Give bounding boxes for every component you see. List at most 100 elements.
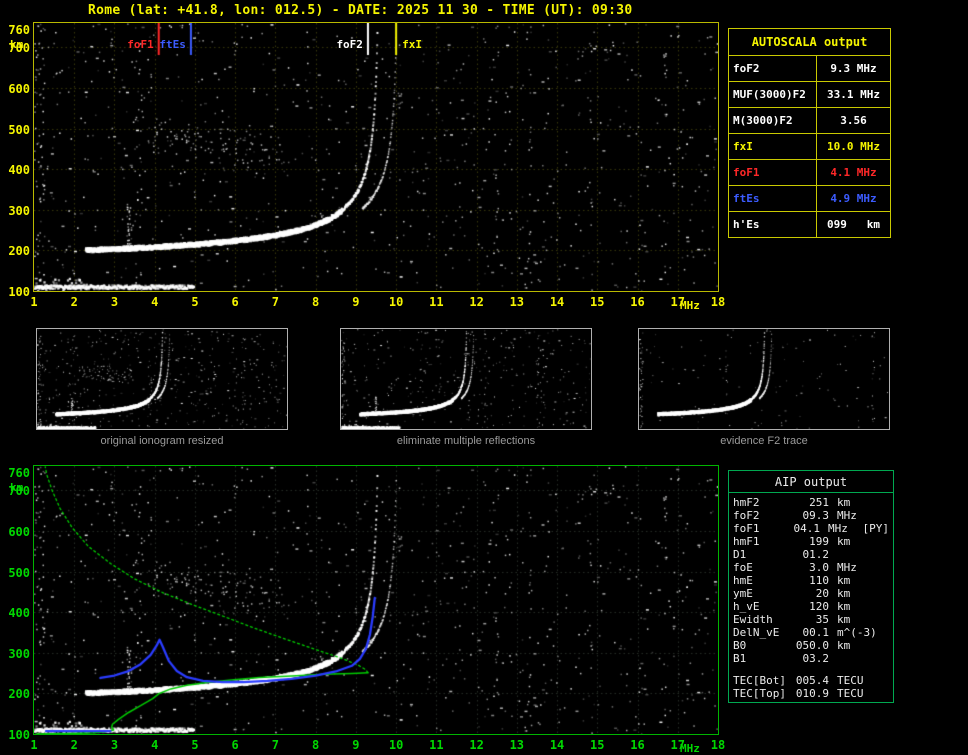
ionogram-x-tick-label: 18 bbox=[710, 295, 726, 309]
autoscala-row-MUF(3000)F2: MUF(3000)F2 33.1 MHz bbox=[729, 81, 890, 107]
ionogram-x-tick-label: 16 bbox=[630, 295, 645, 309]
marker-foF1: foF1 bbox=[127, 38, 154, 51]
ionogram-x-tick-label: 15 bbox=[590, 295, 605, 309]
autoscala-row-label: ftEs bbox=[729, 186, 817, 211]
profile-plot bbox=[33, 465, 719, 735]
aip-row-foE: foE 3.0 MHz bbox=[729, 561, 893, 574]
aip-panel-title: AIP output bbox=[729, 471, 893, 493]
ionogram-y-tick-label: 200 bbox=[8, 244, 30, 259]
aip-val: 010.9 bbox=[795, 687, 829, 700]
aip-name: h_vE bbox=[733, 600, 760, 613]
ionogram-x-tick-label: 14 bbox=[549, 295, 565, 309]
aip-name: D1 bbox=[733, 548, 747, 561]
autoscala-row-value: 099 km bbox=[827, 218, 880, 231]
thumbnail-original-canvas bbox=[37, 329, 287, 429]
ionogram-x-tick-label: 3 bbox=[110, 295, 119, 309]
autoscala-rows: foF2 9.3 MHz MUF(3000)F2 33.1 MHz M(3000)F2 3… bbox=[729, 55, 890, 237]
station-date-title: Rome (lat: +41.8, lon: 012.5) - DATE: 20… bbox=[88, 3, 633, 18]
aip-val: 120 bbox=[809, 600, 829, 613]
aip-name: B1 bbox=[733, 652, 747, 665]
autoscala-row-value: 9.3 MHz bbox=[830, 62, 877, 75]
aip-unit: km bbox=[837, 600, 851, 613]
aip-val: 00.1 bbox=[802, 626, 830, 639]
ionogram-x-tick-label: 7 bbox=[271, 295, 280, 309]
ionogram-x-tick-label: 1 bbox=[30, 295, 38, 309]
aip-val: 35 bbox=[815, 613, 829, 626]
ionogram-x-tick-label: 12 bbox=[469, 295, 484, 309]
profile-x-tick-label: 14 bbox=[549, 738, 565, 752]
profile-x-tick-label: 4 bbox=[151, 738, 159, 752]
autoscala-row-value: 4.9 MHz bbox=[830, 192, 877, 205]
profile-x-tick-label: 9 bbox=[352, 738, 360, 752]
thumbnail-caption-no-multiples: eliminate multiple reflections bbox=[396, 435, 536, 447]
ionogram-y-tick-label: 600 bbox=[8, 81, 30, 96]
ionogram-x-tick-label: 13 bbox=[509, 295, 525, 309]
ionogram-x-axis-unit: MHz bbox=[680, 299, 700, 312]
profile-x-tick-label: 1 bbox=[30, 738, 38, 752]
aip-unit: km bbox=[837, 535, 851, 548]
autoscala-panel-title: AUTOSCALA output bbox=[751, 35, 868, 49]
profile-x-tick-label: 2 bbox=[70, 738, 78, 752]
aip-output-panel: AIP output hmF2 251 km foF2 09.3 MHz foF1 04.1 M… bbox=[728, 470, 894, 703]
aip-val: 04.1 bbox=[793, 522, 821, 535]
autoscala-row-value: 4.1 MHz bbox=[830, 166, 877, 179]
ionogram-x-tick-label: 9 bbox=[352, 295, 360, 309]
ionogram-x-tick-label: 6 bbox=[231, 295, 239, 309]
profile-x-tick-label: 6 bbox=[231, 738, 239, 752]
aip-val: 03.2 bbox=[802, 652, 830, 665]
aip-val: 09.3 bbox=[802, 509, 830, 522]
aip-name: Ewidth bbox=[733, 613, 773, 626]
profile-x-tick-label: 13 bbox=[509, 738, 525, 752]
ionogram-y-tick-label: 760 bbox=[8, 23, 30, 37]
aip-name: hmE bbox=[733, 574, 753, 587]
autoscala-row-value: 33.1 MHz bbox=[827, 88, 880, 101]
aip-extra bbox=[875, 496, 889, 509]
profile-canvas bbox=[34, 466, 718, 734]
aip-row-DelN_vE: DelN_vE 00.1 m^(-3) bbox=[729, 626, 893, 639]
ionogram-x-tick-label: 2 bbox=[70, 295, 78, 309]
aip-unit bbox=[829, 548, 875, 561]
profile-x-tick-label: 16 bbox=[630, 738, 645, 752]
aip-unit: MHz bbox=[837, 509, 857, 522]
aip-extra bbox=[875, 639, 889, 652]
aip-val: 005.4 bbox=[795, 674, 829, 687]
autoscala-row-foF2: foF2 9.3 MHz bbox=[729, 55, 890, 81]
marker-foF2: foF2 bbox=[336, 38, 363, 51]
profile-x-tick-label: 12 bbox=[469, 738, 484, 752]
autoscala-row-label: M(3000)F2 bbox=[729, 108, 817, 133]
aip-row-foF2: foF2 09.3 MHz bbox=[729, 509, 893, 522]
autoscala-row-label: fxI bbox=[729, 134, 817, 159]
thumbnail-original-ionogram bbox=[36, 328, 288, 430]
profile-x-tick-label: 5 bbox=[191, 738, 199, 752]
aip-rows: hmF2 251 km foF2 09.3 MHz foF1 04.1 MHz [PY] hmF1 1… bbox=[729, 493, 893, 700]
aip-extra bbox=[875, 613, 889, 626]
aip-row-hmF2: hmF2 251 km bbox=[729, 496, 893, 509]
aip-row-TEC[Top]: TEC[Top] 010.9 TECU bbox=[729, 687, 893, 700]
aip-extra bbox=[875, 535, 889, 548]
aip-name: hmF2 bbox=[733, 496, 760, 509]
aip-unit: m^(-3) bbox=[837, 626, 877, 639]
marker-fxI: fxI bbox=[402, 38, 422, 51]
aip-name: B0 bbox=[733, 639, 747, 652]
autoscala-row-label: foF2 bbox=[729, 56, 817, 81]
aip-name: TEC[Bot] bbox=[733, 674, 786, 687]
aip-extra bbox=[875, 674, 889, 687]
aip-extra bbox=[875, 548, 889, 561]
thumbnail-f2-trace bbox=[638, 328, 890, 430]
profile-x-tick-label: 7 bbox=[271, 738, 280, 752]
aip-row-hmE: hmE 110 km bbox=[729, 574, 893, 587]
profile-x-tick-label: 15 bbox=[590, 738, 605, 752]
profile-y-tick-label: 400 bbox=[8, 606, 30, 621]
ionogram-canvas bbox=[34, 23, 718, 291]
aip-row-hmF1: hmF1 199 km bbox=[729, 535, 893, 548]
ionogram-x-tick-label: 5 bbox=[191, 295, 199, 309]
aip-row-Ewidth: Ewidth 35 km bbox=[729, 613, 893, 626]
thumbnail-caption-original: original ionogram resized bbox=[100, 435, 224, 447]
aip-row-D1: D1 01.2 bbox=[729, 548, 893, 561]
aip-unit: km bbox=[837, 639, 851, 652]
aip-extra: [PY] bbox=[862, 522, 890, 535]
aip-unit: km bbox=[837, 587, 851, 600]
ionogram-x-tick-label: 4 bbox=[151, 295, 159, 309]
aip-row-TEC[Bot]: TEC[Bot] 005.4 TECU bbox=[729, 674, 893, 687]
autoscala-row-value: 3.56 bbox=[840, 114, 867, 127]
